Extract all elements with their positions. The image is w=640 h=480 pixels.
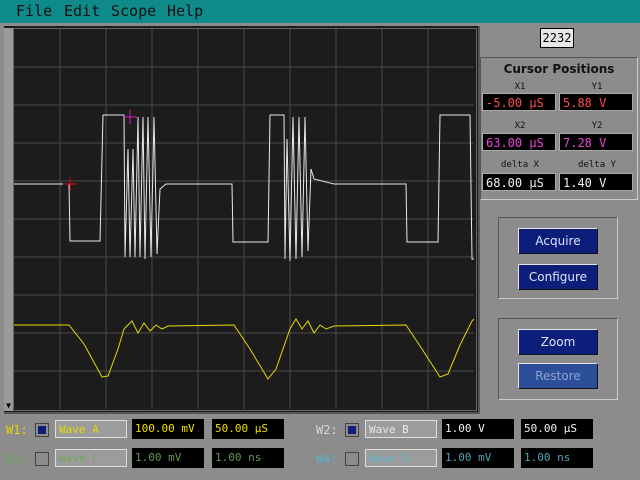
menu-scope[interactable]: Scope [111, 2, 156, 20]
restore-button[interactable]: Restore [518, 363, 598, 389]
w1-name-field[interactable]: Wave A [55, 420, 127, 438]
w1-label: W1: [6, 423, 28, 437]
w1-checkbox[interactable] [35, 423, 49, 437]
delta-x-label: delta X [501, 160, 539, 170]
menu-help[interactable]: Help [167, 2, 203, 20]
delta-y-label: delta Y [578, 160, 616, 170]
configure-button[interactable]: Configure [518, 264, 598, 290]
w4-name-field[interactable]: Wave D [365, 449, 437, 467]
scope-grid [14, 29, 474, 409]
w3-time-field[interactable]: 1.00 ns [212, 448, 284, 468]
x1-label: X1 [514, 82, 526, 92]
acquisition-counter: 2232 [540, 28, 574, 48]
w4-label: W4: [316, 452, 338, 466]
w2-label: W2: [316, 423, 338, 437]
y2-value: 7.28 V [559, 133, 633, 151]
x2-label: X2 [514, 121, 526, 131]
w3-volts-field[interactable]: 1.00 mV [132, 448, 204, 468]
menu-bar: File Edit Scope Help [0, 0, 640, 23]
menu-edit[interactable]: Edit [64, 2, 100, 20]
w4-checkbox[interactable] [345, 452, 359, 466]
w3-name-field[interactable]: Wave C [55, 449, 127, 467]
cursor-positions-title: Cursor Positions [503, 62, 615, 76]
delta-y-value: 1.40 V [559, 173, 633, 191]
w4-volts-field[interactable]: 1.00 mV [442, 448, 514, 468]
y2-label: Y2 [591, 121, 603, 131]
w2-checkbox[interactable] [345, 423, 359, 437]
cursor-2-icon[interactable] [123, 110, 137, 124]
scope-display[interactable] [14, 29, 474, 409]
w2-name-field[interactable]: Wave B [365, 420, 437, 438]
delta-x-value: 68.00 µS [482, 173, 556, 191]
zoom-button[interactable]: Zoom [518, 329, 598, 355]
y1-label: Y1 [591, 82, 603, 92]
w4-time-field[interactable]: 1.00 ns [521, 448, 593, 468]
w1-time-field[interactable]: 50.00 µS [212, 419, 284, 439]
scroll-down-arrow-icon[interactable]: ▼ [4, 401, 13, 411]
w2-volts-field[interactable]: 1.00 V [442, 419, 514, 439]
cursor-1-icon[interactable] [63, 177, 77, 191]
menu-file[interactable]: File [16, 2, 52, 20]
acquire-button[interactable]: Acquire [518, 228, 598, 254]
w3-label: W3: [6, 452, 28, 466]
y1-value: 5.88 V [559, 93, 633, 111]
w1-volts-field[interactable]: 100.00 mV [132, 419, 204, 439]
w3-checkbox[interactable] [35, 452, 49, 466]
x2-value: 63.00 µS [482, 133, 556, 151]
vertical-scrollbar[interactable]: ▼ [4, 28, 13, 411]
x1-value: -5.00 µS [482, 93, 556, 111]
w2-time-field[interactable]: 50.00 µS [521, 419, 593, 439]
